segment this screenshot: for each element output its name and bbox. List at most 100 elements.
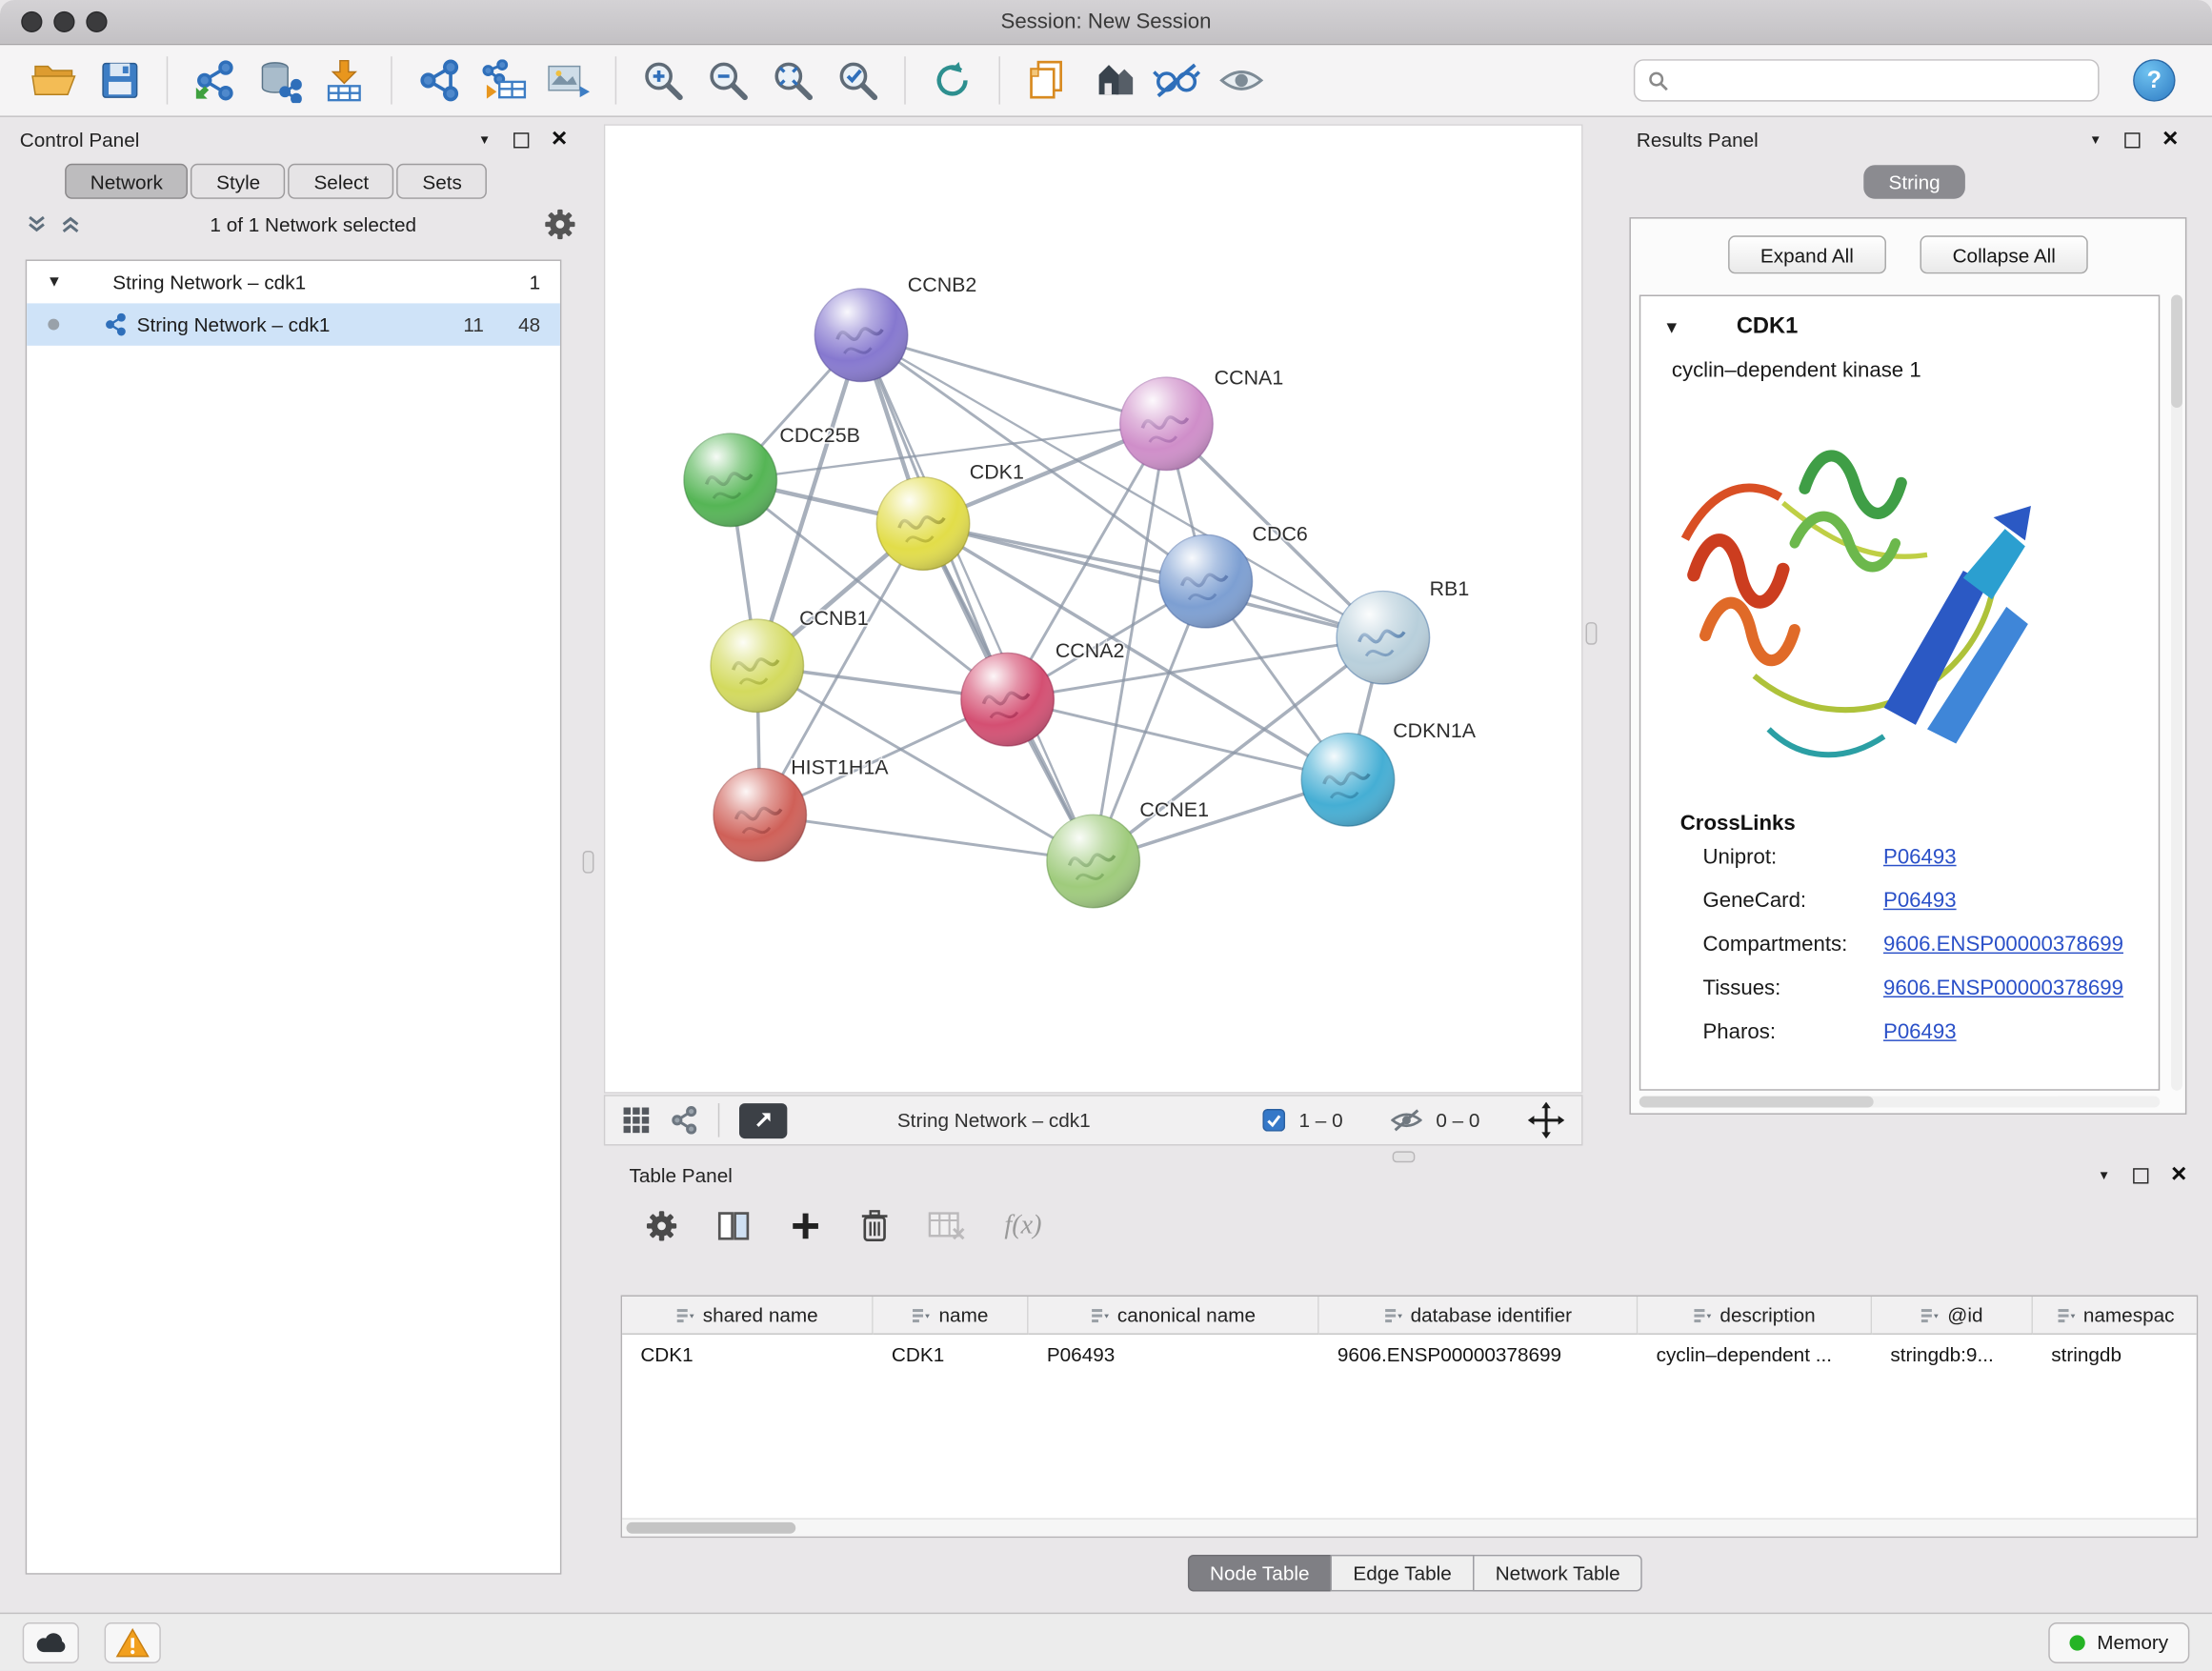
expand-all-icon[interactable] — [59, 213, 82, 236]
network-canvas[interactable]: CCNB2CCNA1CDC25BCDK1CDC6RB1CCNB1CCNA2CDK… — [604, 124, 1583, 1093]
import-network-from-file-button[interactable] — [182, 50, 247, 110]
eye-icon — [1218, 64, 1263, 98]
collapse-panel-icon[interactable]: ▼ — [2089, 132, 2101, 147]
crosslink-link[interactable]: P06493 — [1883, 845, 1957, 869]
detach-view-button[interactable] — [739, 1102, 787, 1137]
results-horizontal-scrollbar[interactable] — [1639, 1097, 2160, 1108]
zoom-fit-button[interactable] — [760, 50, 825, 110]
crosslink-link[interactable]: P06493 — [1883, 1020, 1957, 1044]
network-edge[interactable] — [760, 815, 1094, 861]
delete-column-trash-icon[interactable] — [860, 1209, 889, 1243]
zoom-out-button[interactable] — [695, 50, 760, 110]
new-network-button[interactable] — [406, 50, 471, 110]
column-header-namespac[interactable]: namespac — [2033, 1297, 2198, 1335]
network-node-RB1[interactable]: RB1 — [1337, 577, 1469, 684]
selected-checkbox-icon[interactable] — [1262, 1109, 1285, 1132]
import-network-from-database-button[interactable] — [247, 50, 312, 110]
hidden-eye-slash-icon[interactable] — [1391, 1109, 1422, 1132]
panel-splitter-handle[interactable] — [583, 851, 594, 874]
network-edge[interactable] — [923, 524, 1383, 638]
tab-select[interactable]: Select — [289, 164, 394, 199]
hide-glasses-button[interactable] — [1144, 50, 1209, 110]
tab-style[interactable]: Style — [191, 164, 285, 199]
crosslink-link[interactable]: 9606.ENSP00000378699 — [1883, 976, 2123, 1000]
protein-section-header[interactable]: ▼ CDK1 — [1640, 296, 2158, 358]
memory-button[interactable]: Memory — [2049, 1621, 2189, 1662]
houses-icon — [1088, 61, 1136, 100]
float-panel-icon[interactable] — [2124, 131, 2140, 147]
network-edge[interactable] — [861, 335, 1094, 861]
network-node-CDK1[interactable]: CDK1 — [876, 460, 1024, 570]
column-header-description[interactable]: description — [1638, 1297, 1872, 1335]
network-and-table-button[interactable] — [472, 50, 536, 110]
zoom-in-button[interactable] — [631, 50, 695, 110]
expand-all-button[interactable]: Expand All — [1728, 235, 1886, 273]
minimize-window-button[interactable] — [53, 11, 74, 32]
network-row-selected[interactable]: String Network – cdk1 11 48 — [27, 303, 560, 345]
home-button[interactable] — [1079, 50, 1144, 110]
network-node-HIST1H1A[interactable]: HIST1H1A — [714, 756, 889, 862]
panel-splitter-handle[interactable] — [1586, 622, 1598, 645]
column-header--id[interactable]: @id — [1872, 1297, 2033, 1335]
tab-edge-table[interactable]: Edge Table — [1331, 1555, 1475, 1592]
open-session-button[interactable] — [23, 50, 88, 110]
tab-node-table[interactable]: Node Table — [1187, 1555, 1332, 1592]
collapse-panel-icon[interactable]: ▼ — [478, 132, 491, 147]
zoom-selected-button[interactable] — [825, 50, 890, 110]
network-node-CCNB2[interactable]: CCNB2 — [814, 273, 976, 382]
pan-move-icon[interactable] — [1528, 1102, 1565, 1139]
table-settings-gear-icon[interactable] — [646, 1211, 677, 1242]
network-edge[interactable] — [1008, 699, 1348, 779]
close-panel-icon[interactable]: × — [552, 125, 567, 151]
export-image-button[interactable] — [536, 50, 601, 110]
copy-document-button[interactable] — [1015, 50, 1079, 110]
column-header-canonical-name[interactable]: canonical name — [1029, 1297, 1319, 1335]
network-node-CCNB1[interactable]: CCNB1 — [711, 607, 869, 713]
search-box[interactable] — [1634, 59, 2100, 101]
maximize-window-button[interactable] — [86, 11, 107, 32]
show-columns-icon[interactable] — [716, 1211, 751, 1242]
network-node-CCNA1[interactable]: CCNA1 — [1120, 366, 1283, 470]
collapse-all-button[interactable]: Collapse All — [1920, 235, 2088, 273]
search-input[interactable] — [1679, 68, 2084, 93]
results-vertical-scrollbar[interactable] — [2171, 295, 2182, 1091]
help-button[interactable]: ? — [2133, 59, 2175, 101]
import-table-from-file-button[interactable] — [312, 50, 376, 110]
column-header-name[interactable]: name — [874, 1297, 1029, 1335]
show-eye-button[interactable] — [1209, 50, 1274, 110]
network-edge[interactable] — [861, 335, 1166, 424]
close-panel-icon[interactable]: × — [2162, 125, 2178, 151]
column-header-shared-name[interactable]: shared name — [622, 1297, 874, 1335]
crosslink-link[interactable]: 9606.ENSP00000378699 — [1883, 933, 2123, 956]
crosslink-link[interactable]: P06493 — [1883, 889, 1957, 913]
network-node-CDC25B[interactable]: CDC25B — [684, 424, 860, 527]
apply-layout-button[interactable] — [920, 50, 985, 110]
float-panel-icon[interactable] — [513, 131, 529, 147]
table-row[interactable]: CDK1CDK1P064939606.ENSP00000378699cyclin… — [622, 1335, 2197, 1373]
warnings-button[interactable] — [105, 1621, 161, 1662]
table-horizontal-scrollbar[interactable] — [622, 1518, 2197, 1536]
tab-network-table[interactable]: Network Table — [1473, 1555, 1642, 1592]
tab-string[interactable]: String — [1863, 165, 1965, 199]
refresh-icon — [931, 59, 973, 101]
view-grid-icon[interactable] — [622, 1106, 651, 1135]
network-view-share-icon[interactable] — [670, 1106, 698, 1135]
tab-network[interactable]: Network — [65, 164, 188, 199]
tree-expand-icon[interactable]: ▼ — [47, 273, 62, 291]
network-collection-row[interactable]: ▼ String Network – cdk1 1 — [27, 261, 560, 303]
add-column-plus-icon[interactable] — [790, 1211, 821, 1242]
tab-sets[interactable]: Sets — [397, 164, 488, 199]
collapse-all-icon[interactable] — [26, 213, 49, 236]
network-node-CDKN1A[interactable]: CDKN1A — [1301, 719, 1477, 826]
close-panel-icon[interactable]: × — [2171, 1160, 2186, 1187]
gear-icon[interactable] — [545, 209, 576, 240]
collection-name: String Network – cdk1 — [112, 271, 306, 293]
collapse-section-icon[interactable]: ▼ — [1663, 317, 1680, 337]
float-panel-icon[interactable] — [2133, 1167, 2148, 1182]
cloud-button[interactable] — [23, 1621, 79, 1662]
close-window-button[interactable] — [21, 11, 42, 32]
save-session-button[interactable] — [88, 50, 152, 110]
scrollbar-thumb[interactable] — [627, 1522, 796, 1534]
collapse-panel-icon[interactable]: ▼ — [2098, 1168, 2110, 1182]
column-header-database-identifier[interactable]: database identifier — [1319, 1297, 1639, 1335]
